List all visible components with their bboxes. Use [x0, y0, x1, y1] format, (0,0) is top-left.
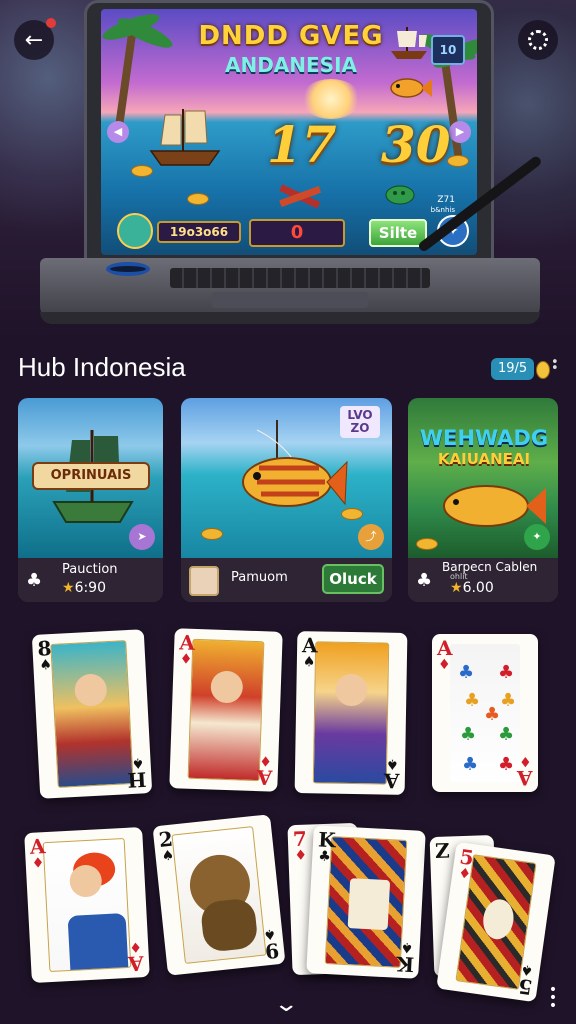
playing-card[interactable]: A ♠ A ♠ [294, 631, 408, 795]
star-icon: ★ [62, 580, 75, 596]
card-art-queen [312, 641, 390, 785]
share-icon[interactable]: ⤴ [358, 524, 384, 550]
coin-icon [536, 361, 550, 379]
section-title: Hub Indonesia [18, 352, 186, 382]
tile-banner-title: WEHWADG [419, 426, 549, 450]
game-tile-1[interactable]: OPRINUAIS ➤ ♣ Pauction ★6:90 [18, 398, 163, 602]
section-more-icon[interactable]: • • [551, 356, 559, 375]
host-avatar [189, 566, 219, 596]
playing-card[interactable]: ♣ ♣ ♣ ♣ ♣ ♣ ♣ ♣ ♣ A ♦ A ♦ [432, 634, 538, 792]
level-badge: 10 [431, 35, 465, 65]
tile-thumbnail: LVO ZO ⤴ [181, 398, 392, 558]
tile-footer: Pamuom Oluck [181, 558, 392, 602]
club-suit-icon: ♣ [26, 570, 43, 591]
bet-counter: 0 [249, 219, 345, 247]
tile-banner: OPRINUAIS [32, 462, 150, 490]
game-tile-2[interactable]: LVO ZO ⤴ Pamuom Oluck [181, 398, 392, 602]
tile-name: Pauction [62, 562, 118, 577]
tile-rating: ★6.00 [450, 580, 494, 596]
screen-prev-arrow[interactable]: ◀ [107, 121, 129, 143]
game-subtitle: ANDANESIA [224, 53, 358, 77]
keyboard [170, 268, 430, 288]
card-art-queen [50, 640, 134, 788]
play-icon[interactable]: ➤ [129, 524, 155, 550]
tile-footer: ♣ Barpecn Cablen ohlit ★6.00 [408, 558, 558, 602]
back-arrow-icon: ← [24, 27, 44, 53]
level-badge: LVO ZO [340, 406, 380, 438]
tile-banner-subtitle: KAIUANEAI [437, 450, 531, 468]
game-screen[interactable]: DNDD GVEG ANDANESIA 10 ◀ ▶ 17 30 Z71 b&n… [101, 9, 477, 255]
laptop-screen-frame: DNDD GVEG ANDANESIA 10 ◀ ▶ 17 30 Z71 b&n… [84, 0, 494, 262]
card-art-pattern [324, 836, 408, 968]
goldfish-icon [390, 78, 432, 98]
fish-icon [242, 457, 348, 507]
card-art-boy [42, 837, 132, 973]
notification-dot [46, 18, 56, 28]
gold-coin-icon [187, 193, 209, 205]
gold-coin-icon [447, 155, 469, 167]
tile-name: Pamuom [231, 570, 288, 585]
player-avatar[interactable] [117, 213, 153, 249]
trackpad [212, 292, 368, 308]
playing-card[interactable]: 5 ♦ 5 ♠ [436, 841, 556, 1003]
sailing-ship-icon [149, 109, 221, 166]
tile-thumbnail: OPRINUAIS ➤ [18, 398, 163, 558]
turtle-icon [385, 185, 415, 205]
game-tile-3[interactable]: WEHWADG KAIUANEAI ✦ ♣ Barpecn Cablen ohl… [408, 398, 558, 602]
playing-card[interactable]: 8 ♠ H ♠ [31, 629, 153, 799]
score-left: 17 [267, 115, 337, 174]
tile-thumbnail: WEHWADG KAIUANEAI ✦ [408, 398, 558, 558]
loading-icon [528, 30, 548, 50]
more-vertical-icon[interactable]: • • • [548, 983, 558, 1013]
card-pips: ♣ ♣ ♣ ♣ ♣ ♣ ♣ ♣ ♣ [450, 644, 520, 782]
score-right: 30 [381, 115, 451, 174]
chevron-down-icon[interactable]: ⌄ [273, 994, 299, 1016]
player-id: 19o3o66 [157, 221, 241, 243]
ring-object [106, 262, 150, 276]
join-button[interactable]: Oluck [322, 564, 384, 594]
game-hud: 19o3o66 0 Silte ✦ [107, 211, 471, 251]
sunset-sun [301, 79, 361, 119]
playing-card[interactable]: A ♦ A ♦ [24, 827, 150, 983]
pirate-ship-icon [391, 27, 427, 59]
counter-pill: 19/5 [491, 358, 535, 380]
playing-card[interactable]: 2 ♠ 9 ♠ [152, 814, 286, 976]
laptop-base [40, 258, 540, 324]
back-button[interactable]: ← [14, 18, 56, 60]
star-icon: ★ [450, 580, 463, 596]
tile-footer: ♣ Pauction ★6:90 [18, 558, 163, 602]
tile-rating: ★6:90 [62, 580, 107, 596]
screen-next-arrow[interactable]: ▶ [449, 121, 471, 143]
playing-card[interactable]: K ♣ K ♠ [306, 825, 426, 979]
playing-card[interactable]: A ♦ A ♦ [169, 628, 283, 792]
gold-coin-icon [341, 508, 363, 520]
sparkle-icon[interactable]: ✦ [524, 524, 550, 550]
game-title: DNDD GVEG [198, 21, 384, 51]
hero-banner: DNDD GVEG ANDANESIA 10 ◀ ▶ 17 30 Z71 b&n… [0, 0, 576, 340]
gold-coin-icon [416, 538, 438, 550]
card-art-king [187, 638, 265, 782]
gold-coin-icon [201, 528, 223, 540]
card-art-wolf [171, 826, 267, 964]
loading-button[interactable] [518, 20, 558, 60]
crossed-planks-icon [279, 184, 322, 209]
gold-coin-icon [131, 165, 153, 177]
club-suit-icon: ♣ [416, 570, 433, 591]
